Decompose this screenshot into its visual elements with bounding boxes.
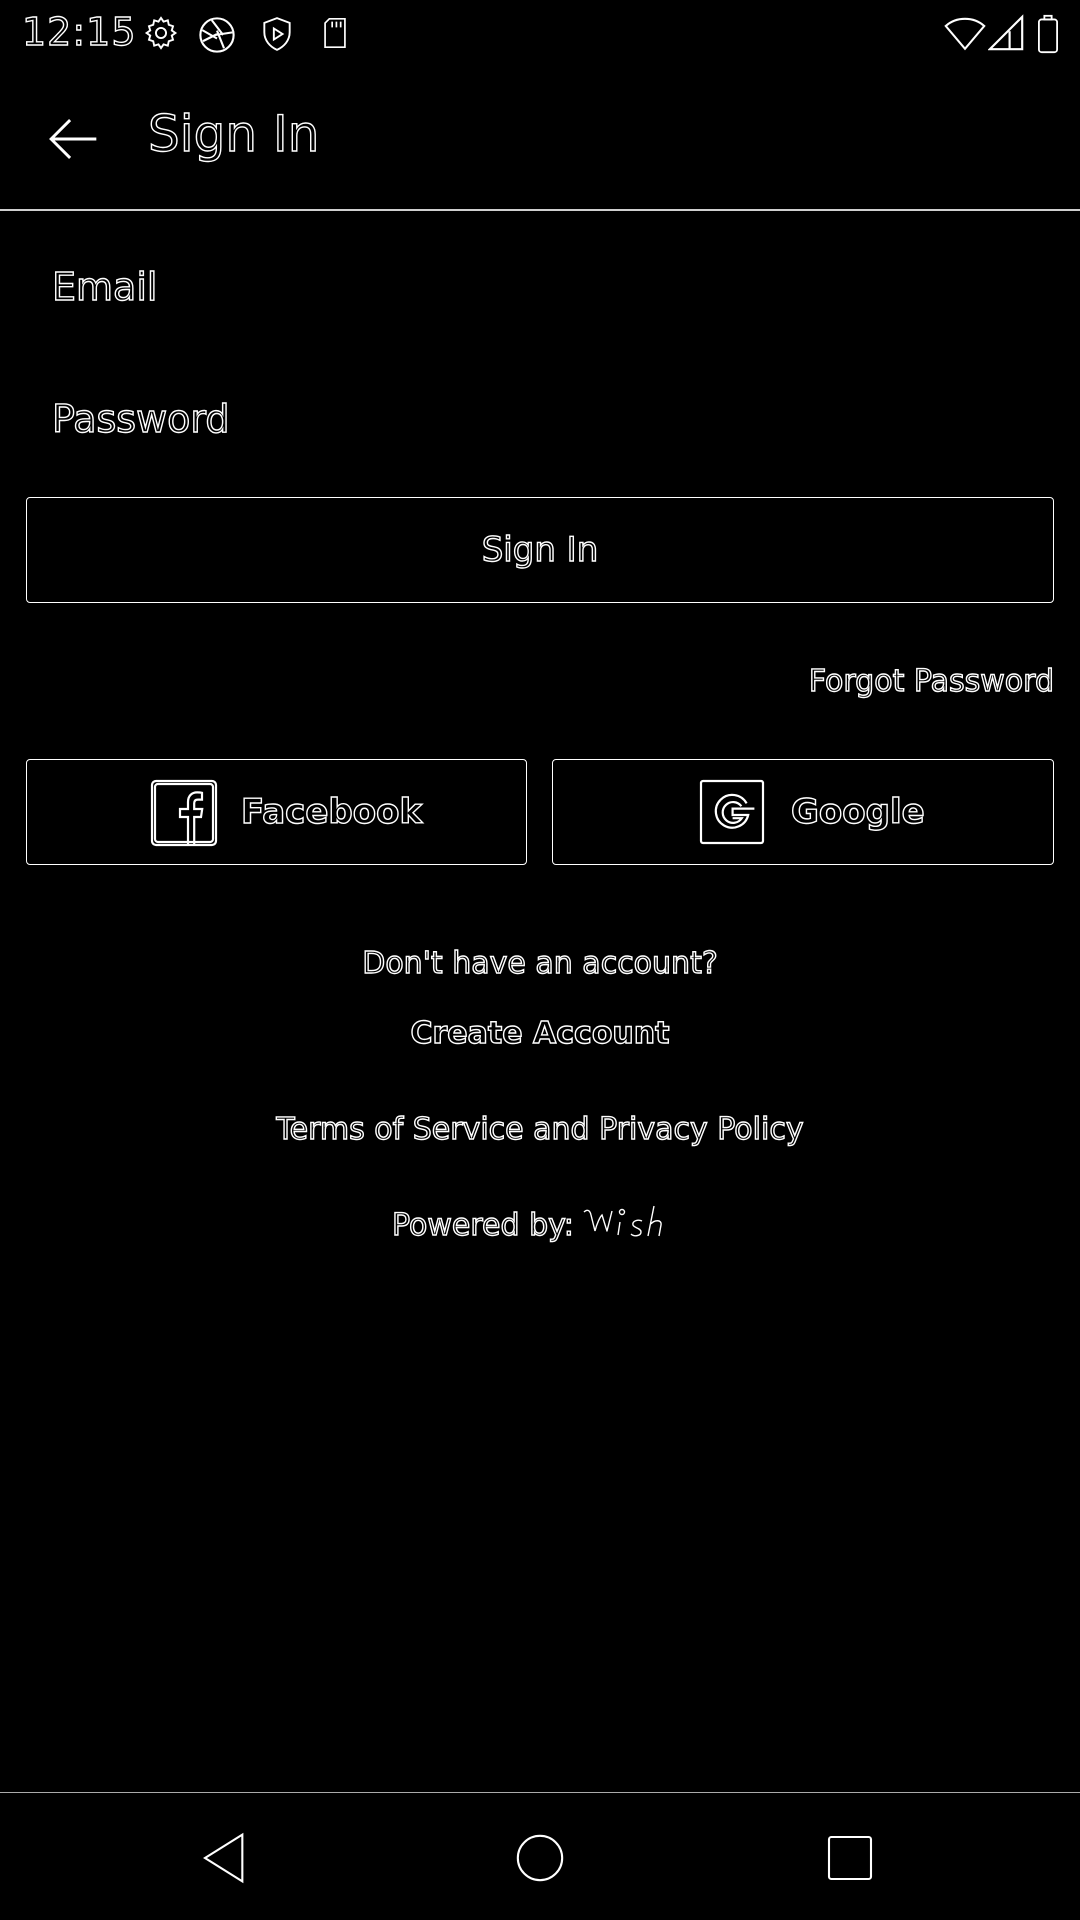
app-bar: Sign In xyxy=(0,64,1080,210)
camera-aperture-icon xyxy=(199,17,235,53)
sign-in-button[interactable]: Sign In xyxy=(26,497,1054,603)
back-triangle-icon[interactable] xyxy=(198,1830,254,1886)
facebook-button[interactable]: Facebook xyxy=(26,759,527,865)
cell-signal-icon xyxy=(988,14,1024,51)
sd-card-icon xyxy=(324,17,346,49)
battery-icon xyxy=(1038,14,1058,54)
email-field[interactable]: Email xyxy=(22,240,1054,340)
facebook-icon xyxy=(150,779,218,847)
google-button[interactable]: Google xyxy=(552,759,1054,865)
terms-privacy-link[interactable]: Terms of Service and Privacy Policy xyxy=(0,1111,1080,1148)
status-bar: 12:15 xyxy=(0,0,1080,64)
gear-icon xyxy=(144,16,178,50)
email-field-label: Email xyxy=(51,264,158,309)
back-arrow-icon[interactable] xyxy=(38,104,108,174)
wish-logo xyxy=(583,1205,662,1237)
password-field-label: Password xyxy=(51,396,230,441)
password-field[interactable]: Password xyxy=(22,372,1054,472)
facebook-button-label: Facebook xyxy=(240,791,423,832)
status-time: 12:15 xyxy=(21,9,137,54)
system-nav-bar xyxy=(0,1792,1080,1920)
create-account-link[interactable]: Create Account xyxy=(0,1015,1080,1052)
home-circle-icon[interactable] xyxy=(512,1830,568,1886)
forgot-password-link[interactable]: Forgot Password xyxy=(808,663,1055,700)
google-icon xyxy=(699,779,765,845)
no-account-prompt: Don't have an account? xyxy=(362,945,719,981)
google-button-label: Google xyxy=(790,791,925,832)
powered-by-label: Powered by: xyxy=(391,1207,574,1243)
shield-play-icon xyxy=(263,17,291,51)
wifi-icon xyxy=(944,17,986,51)
app-bar-divider xyxy=(0,209,1080,211)
recents-square-icon[interactable] xyxy=(822,1830,878,1886)
page-title: Sign In xyxy=(147,104,320,163)
sign-in-button-label: Sign In xyxy=(481,529,599,570)
